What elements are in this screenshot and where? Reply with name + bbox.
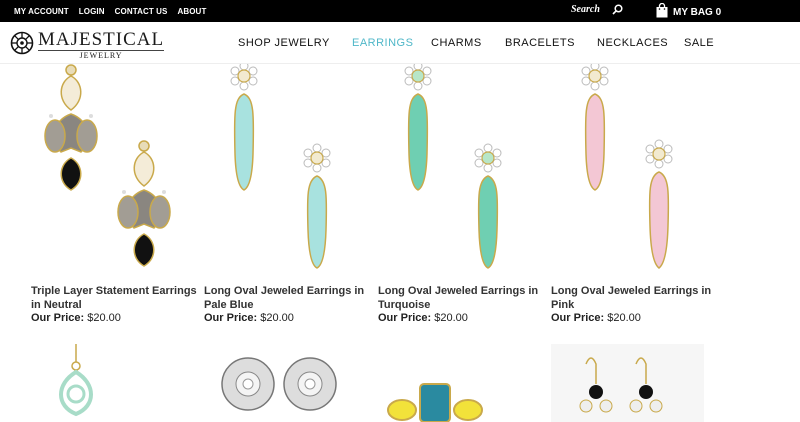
search-input[interactable]: Search: [571, 4, 600, 15]
product-price: Our Price: $20.00: [551, 312, 641, 324]
product-price: Our Price: $20.00: [378, 312, 468, 324]
product-image[interactable]: [31, 64, 201, 272]
nav-earrings[interactable]: EARRINGS: [352, 37, 413, 49]
nav-necklaces[interactable]: NECKLACES: [597, 37, 668, 49]
product-image[interactable]: [551, 64, 721, 272]
contact-us-link[interactable]: CONTACT US: [115, 7, 168, 16]
nav-shop-jewelry[interactable]: SHOP JEWELRY: [238, 37, 330, 49]
logo-emblem-icon: [10, 31, 34, 60]
product-price: Our Price: $20.00: [31, 312, 121, 324]
product-price: Our Price: $20.00: [204, 312, 294, 324]
price-value: $20.00: [434, 312, 468, 324]
product-image[interactable]: [378, 64, 548, 272]
nav-sale[interactable]: SALE: [684, 37, 714, 49]
price-label: Our Price:: [31, 312, 85, 324]
brand-name: MAJESTICAL: [38, 29, 165, 50]
logo-wordmark: MAJESTICAL JEWELRY: [38, 29, 165, 60]
brand-subtitle: JEWELRY: [38, 50, 165, 60]
top-utility-bar: MY ACCOUNT LOGIN CONTACT US ABOUT Search…: [0, 0, 800, 22]
brand-logo[interactable]: MAJESTICAL JEWELRY: [10, 29, 165, 60]
product-thumbnail[interactable]: [31, 344, 184, 422]
shopping-bag[interactable]: MY BAG 0: [656, 2, 722, 21]
account-links: MY ACCOUNT LOGIN CONTACT US ABOUT: [14, 7, 206, 16]
nav-bracelets[interactable]: BRACELETS: [505, 37, 575, 49]
nav-charms[interactable]: CHARMS: [431, 37, 482, 49]
price-label: Our Price:: [551, 312, 605, 324]
main-navigation: MAJESTICAL JEWELRY SHOP JEWELRY EARRINGS…: [0, 22, 800, 64]
login-link[interactable]: LOGIN: [79, 7, 105, 16]
product-title[interactable]: Long Oval Jeweled Earrings in Pink: [551, 284, 721, 312]
price-value: $20.00: [87, 312, 121, 324]
price-label: Our Price:: [378, 312, 432, 324]
search-box: Search: [571, 4, 623, 15]
my-account-link[interactable]: MY ACCOUNT: [14, 7, 69, 16]
product-title[interactable]: Long Oval Jeweled Earrings in Pale Blue: [204, 284, 374, 312]
about-link[interactable]: ABOUT: [177, 7, 206, 16]
product-thumbnail[interactable]: [551, 344, 704, 422]
product-thumbnail[interactable]: [378, 344, 531, 422]
bag-icon: [656, 2, 668, 21]
product-title[interactable]: Triple Layer Statement Earrings in Neutr…: [31, 284, 201, 312]
product-title[interactable]: Long Oval Jeweled Earrings in Turquoise: [378, 284, 548, 312]
product-image[interactable]: [204, 64, 374, 272]
price-value: $20.00: [260, 312, 294, 324]
search-icon[interactable]: [612, 4, 623, 15]
bag-label: MY BAG 0: [673, 6, 722, 18]
product-thumbnail[interactable]: [204, 344, 357, 422]
price-value: $20.00: [607, 312, 641, 324]
price-label: Our Price:: [204, 312, 258, 324]
